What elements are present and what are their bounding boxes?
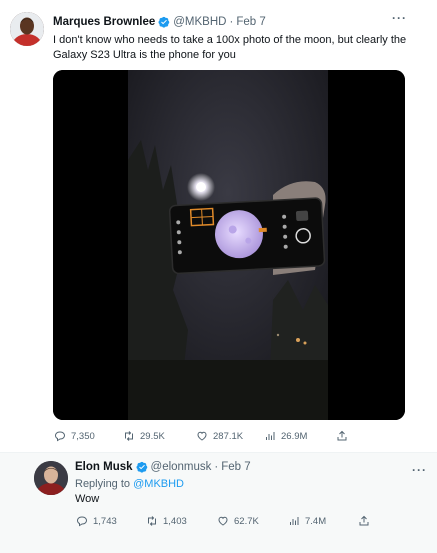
avatar-mkbhd[interactable] bbox=[10, 12, 44, 46]
moon-photo-scene bbox=[53, 70, 405, 420]
tweet-text-line-2: Galaxy S23 Ultra is the phone for you bbox=[53, 49, 236, 61]
more-options-icon[interactable]: ··· bbox=[412, 463, 427, 477]
author-handle[interactable]: @MKBHD bbox=[173, 16, 226, 28]
views-button[interactable]: 7.4M bbox=[288, 515, 326, 527]
tweet-date[interactable]: Feb 7 bbox=[236, 16, 265, 28]
share-icon bbox=[359, 515, 369, 526]
separator: · bbox=[229, 16, 234, 28]
replying-to-label: Replying to bbox=[75, 478, 131, 490]
share-icon bbox=[337, 430, 347, 441]
view-count: 26.9M bbox=[281, 430, 308, 442]
share-button[interactable] bbox=[358, 515, 375, 527]
avatar-elonmusk[interactable] bbox=[34, 461, 68, 495]
reply-icon bbox=[76, 516, 88, 527]
reply-author-handle[interactable]: @elonmusk bbox=[151, 461, 212, 473]
tweet-elonmusk-reply[interactable]: Elon Musk @elonmusk · Feb 7 ··· Replying… bbox=[0, 452, 437, 553]
reply-count: 1,743 bbox=[93, 515, 117, 527]
like-count: 62.7K bbox=[234, 515, 259, 527]
verified-badge-icon bbox=[158, 16, 170, 28]
reply-text: Wow bbox=[75, 493, 100, 505]
reply-header: Elon Musk @elonmusk · Feb 7 bbox=[75, 461, 251, 473]
reply-icon bbox=[54, 431, 66, 442]
retweet-count: 1,403 bbox=[163, 515, 187, 527]
retweet-button[interactable]: 1,403 bbox=[146, 515, 187, 527]
avatar-mkbhd-image bbox=[10, 12, 44, 46]
reply-button[interactable]: 7,350 bbox=[54, 430, 95, 442]
author-name[interactable]: Marques Brownlee bbox=[53, 16, 155, 28]
view-count: 7.4M bbox=[305, 515, 327, 527]
reply-button[interactable]: 1,743 bbox=[76, 515, 117, 527]
replying-to-link[interactable]: @MKBHD bbox=[133, 478, 184, 490]
like-button[interactable]: 287.1K bbox=[196, 430, 243, 442]
more-options-icon[interactable]: ··· bbox=[392, 11, 407, 25]
retweet-icon bbox=[125, 431, 133, 441]
verified-badge-icon bbox=[136, 461, 147, 473]
tweet-media-video[interactable] bbox=[53, 70, 405, 420]
avatar-elonmusk-image bbox=[34, 461, 68, 495]
views-chart-icon bbox=[266, 432, 275, 440]
reply-author-name[interactable]: Elon Musk bbox=[75, 461, 133, 473]
retweet-icon bbox=[148, 516, 156, 526]
tweet-text: I don't know who needs to take a 100x ph… bbox=[53, 33, 406, 63]
views-chart-icon bbox=[290, 517, 299, 525]
tweet-header: Marques Brownlee @MKBHD · Feb 7 bbox=[53, 16, 266, 28]
like-count: 287.1K bbox=[213, 430, 244, 442]
heart-icon bbox=[197, 431, 207, 441]
retweet-button[interactable]: 29.5K bbox=[123, 430, 165, 442]
tweet-text-line-1: I don't know who needs to take a 100x ph… bbox=[53, 34, 407, 46]
reply-date[interactable]: Feb 7 bbox=[221, 461, 250, 473]
tweet-mkbhd[interactable]: Marques Brownlee @MKBHD · Feb 7 ··· I do… bbox=[0, 0, 437, 452]
replying-to: Replying to @MKBHD bbox=[75, 477, 184, 492]
reply-count: 7,350 bbox=[71, 430, 95, 442]
views-button[interactable]: 26.9M bbox=[264, 430, 307, 442]
heart-icon bbox=[218, 516, 228, 526]
share-button[interactable] bbox=[336, 430, 353, 442]
separator: · bbox=[214, 461, 219, 473]
retweet-count: 29.5K bbox=[140, 430, 165, 442]
like-button[interactable]: 62.7K bbox=[217, 515, 259, 527]
